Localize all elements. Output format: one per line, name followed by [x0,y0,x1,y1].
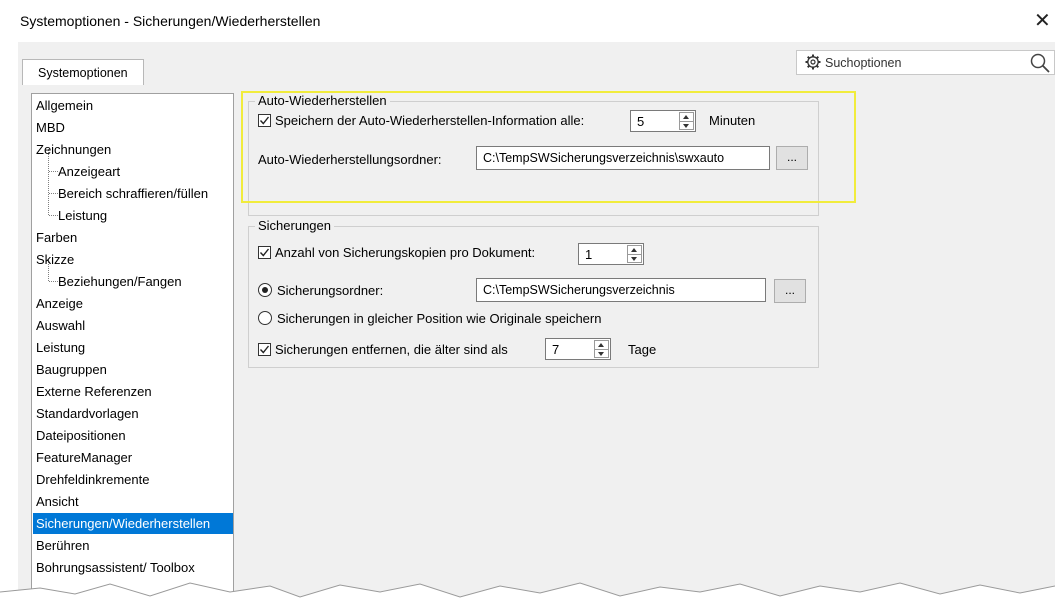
options-dialog: Systemoptionen - Sicherungen/Wiederherst… [0,0,1055,605]
torn-paper-edge [0,582,1055,605]
